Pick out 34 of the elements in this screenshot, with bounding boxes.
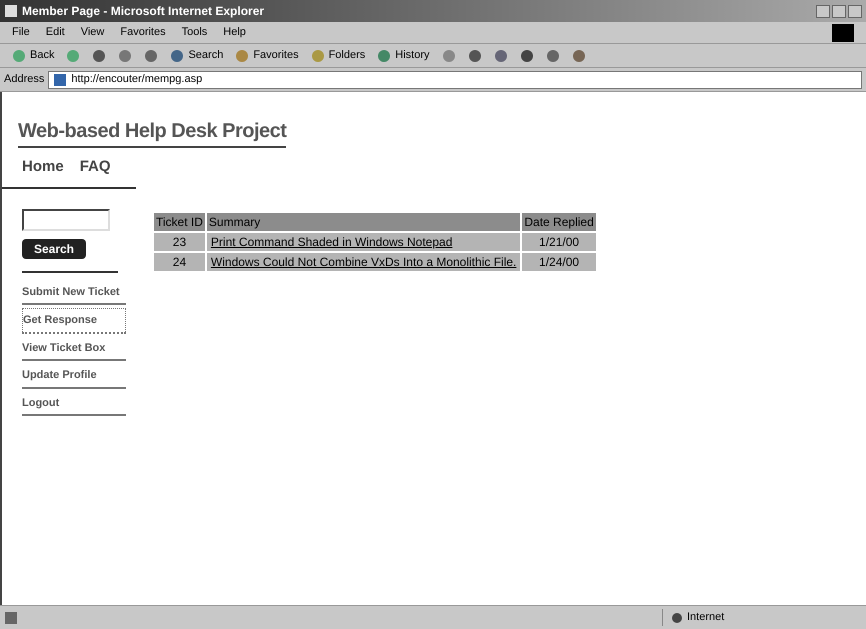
address-field[interactable]: http://encouter/mempg.asp	[48, 70, 862, 88]
menu-item[interactable]: Help	[223, 24, 246, 41]
search-field[interactable]	[22, 208, 110, 230]
toolbar-button[interactable]: Search	[170, 47, 224, 64]
search-button[interactable]: Search	[22, 238, 86, 258]
site-title: Web-based Help Desk Project	[18, 116, 286, 148]
menu-item[interactable]: File	[12, 24, 30, 41]
sidebar-link[interactable]: Logout	[22, 392, 126, 416]
column-header: Summary	[206, 212, 520, 230]
column-header: Date Replied	[522, 212, 596, 230]
toolbar-button[interactable]: History	[377, 47, 430, 64]
nav-link[interactable]: Home	[22, 156, 64, 178]
sidebar-link[interactable]: View Ticket Box	[22, 336, 126, 361]
menu-item[interactable]: Edit	[46, 24, 65, 41]
toolbar-button[interactable]: Back	[12, 47, 54, 64]
ticket-link[interactable]: Print Command Shaded in Windows Notepad	[206, 232, 520, 250]
table-cell: 24	[154, 252, 205, 270]
window-title: Member Page - Microsoft Internet Explorer	[22, 3, 264, 20]
table-cell: 1/24/00	[522, 252, 596, 270]
zone-text: Internet	[687, 610, 724, 626]
toolbar-button[interactable]: Favorites	[235, 47, 299, 64]
ticket-link[interactable]: Windows Could Not Combine VxDs Into a Monolithic File.	[206, 252, 520, 270]
menu-item[interactable]: Favorites	[120, 24, 166, 41]
sidebar-link[interactable]: Submit New Ticket	[22, 280, 126, 305]
address-label: Address	[4, 72, 44, 88]
sidebar-link[interactable]: Get Response	[22, 308, 126, 334]
table-cell: 23	[154, 232, 205, 250]
toolbar-button[interactable]: Folders	[310, 47, 366, 64]
menu-item[interactable]: Tools	[182, 24, 208, 41]
table-cell: 1/21/00	[522, 232, 596, 250]
menu-item[interactable]: View	[80, 24, 104, 41]
column-header: Ticket ID	[154, 212, 205, 230]
sidebar-link[interactable]: Update Profile	[22, 364, 126, 388]
nav-link[interactable]: FAQ	[80, 156, 111, 178]
